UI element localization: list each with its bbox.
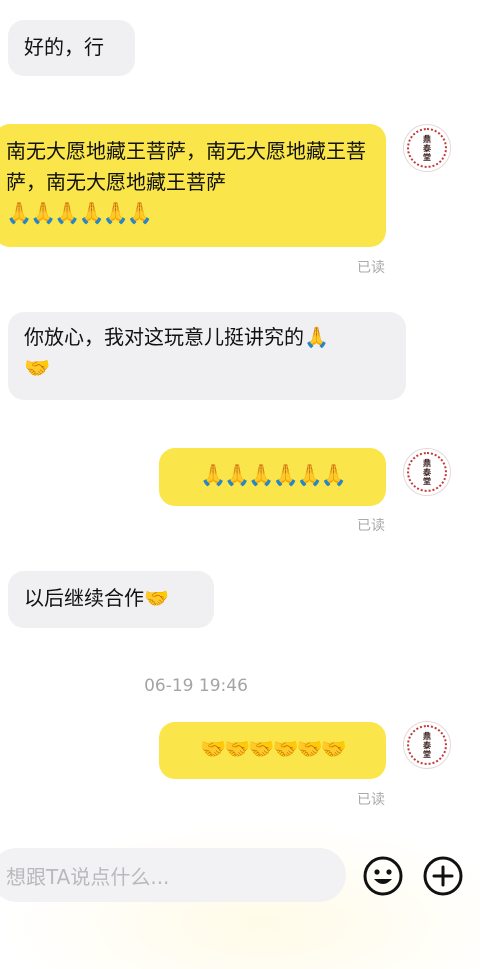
message-bubble-incoming[interactable]: 以后继续合作🤝 xyxy=(8,571,214,628)
avatar[interactable]: 鼎 泰 堂 xyxy=(403,721,451,769)
seal-char: 堂 xyxy=(423,151,431,162)
message-text: 好的，行 xyxy=(24,35,104,59)
message-bubble-outgoing[interactable]: 南无大愿地藏王菩萨，南无大愿地藏王菩萨，南无大愿地藏王菩萨 🙏🙏🙏🙏🙏🙏 xyxy=(0,124,386,247)
input-placeholder: 想跟TA说点什么... xyxy=(6,864,170,889)
message-emoji: 🤝 xyxy=(24,356,51,380)
message-emoji: 🤝🤝🤝🤝🤝🤝 xyxy=(200,737,347,761)
message-emoji: 🙏🙏🙏🙏🙏🙏 xyxy=(6,201,153,225)
read-receipt: 已读 xyxy=(357,518,385,534)
message-text: 南无大愿地藏王菩萨，南无大愿地藏王菩萨，南无大愿地藏王菩萨 xyxy=(6,139,366,194)
avatar[interactable]: 鼎 泰 堂 xyxy=(403,124,451,172)
message-input[interactable]: 想跟TA说点什么... xyxy=(0,848,346,902)
message-bubble-outgoing[interactable]: 🙏🙏🙏🙏🙏🙏 xyxy=(159,448,386,506)
message-bubble-outgoing[interactable]: 🤝🤝🤝🤝🤝🤝 xyxy=(159,722,386,779)
read-receipt: 已读 xyxy=(357,260,385,276)
avatar[interactable]: 鼎 泰 堂 xyxy=(403,448,451,496)
seal-char: 堂 xyxy=(423,748,431,759)
read-receipt: 已读 xyxy=(357,792,385,808)
message-bubble-incoming[interactable]: 你放心，我对这玩意儿挺讲究的🙏 🤝 xyxy=(8,312,406,400)
message-text: 以后继续合作🤝 xyxy=(24,586,169,610)
message-emoji: 🙏🙏🙏🙏🙏🙏 xyxy=(200,463,347,487)
avatar-seal: 鼎 泰 堂 xyxy=(407,128,447,168)
avatar-seal: 鼎 泰 堂 xyxy=(407,452,447,492)
plus-circle-icon[interactable] xyxy=(422,855,464,897)
message-text: 你放心，我对这玩意儿挺讲究的🙏 xyxy=(24,325,329,349)
seal-char: 堂 xyxy=(423,475,431,486)
avatar-seal: 鼎 泰 堂 xyxy=(407,725,447,765)
chat-timestamp: 06-19 19:46 xyxy=(144,676,248,696)
smiley-face-icon[interactable] xyxy=(362,855,404,897)
message-bubble-incoming[interactable]: 好的，行 xyxy=(8,20,135,76)
